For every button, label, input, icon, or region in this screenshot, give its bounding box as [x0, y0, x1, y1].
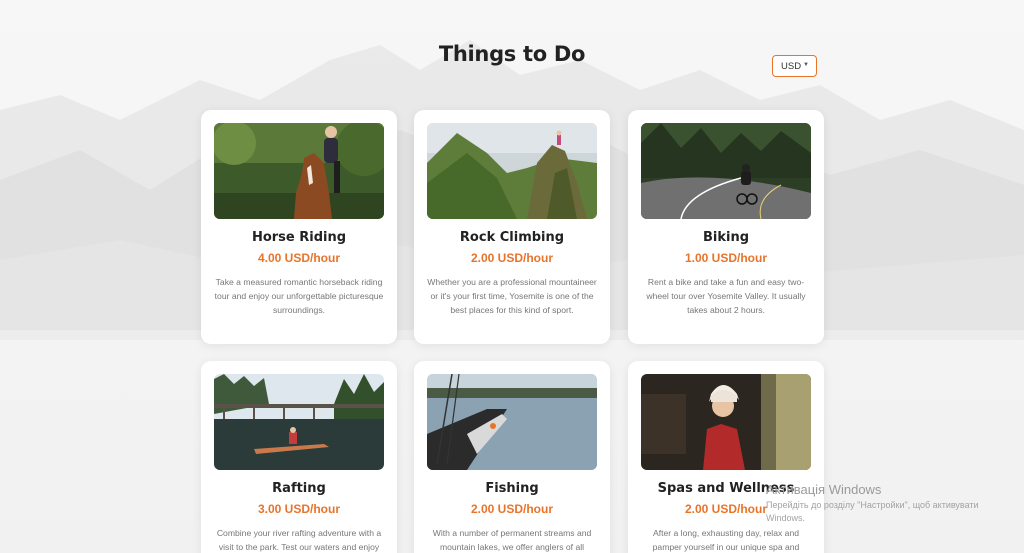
activity-price: 2.00 USD/hour — [470, 251, 554, 265]
activity-name: Rock Climbing — [459, 230, 565, 245]
rock-climbing-image — [427, 123, 597, 219]
things-to-do-page: Things to Do USD ▼ Horse Riding 4.00 USD… — [0, 0, 1024, 553]
activity-description: Combine your river rafting adventure wit… — [216, 528, 382, 552]
activity-name: Biking — [702, 230, 750, 245]
activity-card-rafting[interactable]: Rafting 3.00 USD/hour Combine your river… — [201, 361, 397, 553]
activity-price: 3.00 USD/hour — [257, 502, 341, 516]
activity-description: Whether you are a professional mountaine… — [427, 277, 597, 315]
activity-card-horse-riding[interactable]: Horse Riding 4.00 USD/hour Take a measur… — [201, 110, 397, 344]
rafting-image — [214, 374, 384, 470]
activity-name: Fishing — [485, 481, 539, 496]
biking-image — [641, 123, 811, 219]
horse-riding-image — [214, 123, 384, 219]
watermark-subtitle: Перейдіть до розділу "Настройки", щоб ак… — [766, 500, 979, 523]
watermark-title: Активація Windows — [766, 482, 882, 497]
activity-name: Horse Riding — [251, 230, 347, 245]
windows-activation-watermark: Активація Windows Перейдіть до розділу "… — [766, 482, 1006, 525]
activity-card-fishing[interactable]: Fishing 2.00 USD/hour With a number of p… — [414, 361, 610, 553]
chevron-down-icon: ▼ — [803, 62, 809, 68]
activity-price: 2.00 USD/hour — [470, 502, 554, 516]
currency-select[interactable]: USD ▼ — [772, 55, 817, 77]
activity-description: After a long, exhausting day, relax and … — [652, 528, 800, 552]
activity-card-rock-climbing[interactable]: Rock Climbing 2.00 USD/hour Whether you … — [414, 110, 610, 344]
currency-value: USD — [781, 60, 802, 72]
page-title: Things to Do — [438, 42, 586, 66]
activity-name: Rafting — [272, 481, 326, 496]
activity-description: With a number of permanent streams and m… — [432, 528, 592, 552]
activity-description: Rent a bike and take a fun and easy two-… — [646, 277, 806, 315]
activity-price: 1.00 USD/hour — [684, 251, 768, 265]
activity-price: 4.00 USD/hour — [257, 251, 341, 265]
fishing-image — [427, 374, 597, 470]
activity-card-biking[interactable]: Biking 1.00 USD/hour Rent a bike and tak… — [628, 110, 824, 344]
spas-and-wellness-image — [641, 374, 811, 470]
activity-description: Take a measured romantic horseback ridin… — [214, 277, 384, 315]
